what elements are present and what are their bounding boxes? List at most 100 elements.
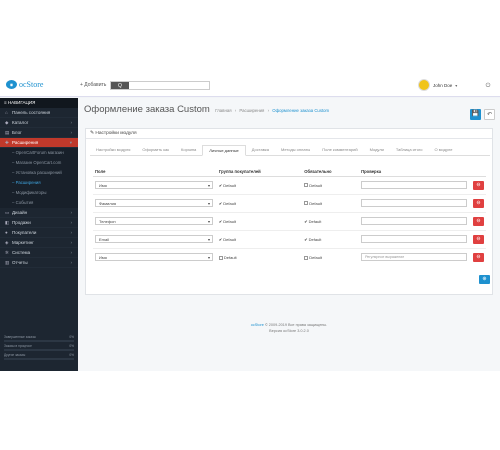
- logo[interactable]: ◉ ocStore: [6, 80, 43, 89]
- field-select[interactable]: Имя ▾: [95, 253, 213, 262]
- sidebar-item[interactable]: ✲ Система ›: [0, 248, 78, 258]
- sidebar-subitem[interactable]: – Установка расширений: [0, 168, 78, 178]
- check-icon: ✔: [304, 236, 308, 242]
- group-checkbox[interactable]: ✔Default: [219, 237, 236, 242]
- validation-input[interactable]: [361, 235, 468, 243]
- field-select[interactable]: Фамилия ▾: [95, 199, 213, 207]
- group-checkbox[interactable]: ✔Default: [219, 201, 236, 206]
- delete-row-button[interactable]: ⊖: [472, 180, 484, 190]
- delete-row-button[interactable]: ⊖: [472, 252, 484, 262]
- sidebar-item[interactable]: ▥ Отчеты ›: [0, 258, 78, 268]
- tab-item[interactable]: Модули: [364, 145, 390, 156]
- validation-input[interactable]: [361, 199, 468, 207]
- field-cell: Имя ▾: [93, 175, 217, 194]
- tab-item[interactable]: Методы оплаты: [275, 145, 316, 156]
- puzzle-icon: ✚: [5, 140, 9, 145]
- validation-cell: [359, 193, 471, 212]
- field-select[interactable]: Телефон ▾: [95, 217, 213, 225]
- validation-input[interactable]: [361, 181, 468, 189]
- stat-value: 0%: [69, 353, 74, 357]
- group-cell: Default: [216, 247, 303, 266]
- required-label: Default: [309, 200, 322, 206]
- user-menu[interactable]: John Doe ▾: [418, 79, 457, 91]
- stat-progress-bar: [4, 358, 74, 360]
- validation-cell: Регулярное выражение: [359, 247, 471, 266]
- column-header-required: Обязательно: [302, 167, 360, 177]
- checkbox-icon: [304, 201, 309, 206]
- group-label: Default: [223, 182, 236, 188]
- tab-item[interactable]: Оформить как: [136, 145, 175, 156]
- sidebar-item[interactable]: ◈ Маркетинг ›: [0, 238, 78, 248]
- add-button[interactable]: + Добавить: [80, 82, 106, 88]
- delete-row-button[interactable]: ⊖: [472, 216, 484, 226]
- search-icon[interactable]: Q: [111, 82, 129, 89]
- tab-item[interactable]: Личные данные: [202, 145, 246, 156]
- action-cell: ⊖: [470, 211, 486, 230]
- chevron-icon: ›: [70, 240, 73, 245]
- sidebar-item[interactable]: ▤ Блог ›: [0, 128, 78, 138]
- stat-value: 0%: [69, 344, 74, 348]
- sidebar-item[interactable]: ⌂ Панель состояния: [0, 108, 78, 118]
- cart-icon: ◧: [5, 220, 10, 225]
- monitor-icon: ▭: [5, 210, 10, 215]
- breadcrumb-current[interactable]: Оформление заказа Custom: [272, 108, 329, 113]
- sidebar-subitem[interactable]: – Расширения: [0, 178, 78, 188]
- back-button[interactable]: ↶: [484, 109, 495, 120]
- checkbox-icon: [304, 255, 309, 260]
- tab-item[interactable]: Настройки модуля: [90, 145, 136, 156]
- logout-icon[interactable]: ⏻: [484, 83, 492, 90]
- sidebar-item[interactable]: ● Покупатели ›: [0, 228, 78, 238]
- required-checkbox[interactable]: ✔Default: [304, 237, 321, 242]
- sidebar-item[interactable]: ◧ Продажи ›: [0, 218, 78, 228]
- field-select[interactable]: Имя ▾: [95, 181, 213, 189]
- group-checkbox[interactable]: Default: [218, 255, 237, 260]
- delete-row-button[interactable]: ⊖: [472, 234, 484, 244]
- sidebar-subitem[interactable]: – OpenCartForum магазин: [0, 148, 78, 158]
- sidebar-subitem-label: Установка расширений: [15, 170, 62, 175]
- group-cell: ✔Default: [216, 211, 303, 230]
- group-cell: ✔Default: [216, 229, 303, 248]
- field-select[interactable]: Email ▾: [95, 235, 213, 243]
- tab-item[interactable]: О модуле: [429, 145, 459, 156]
- group-cell: ✔Default: [216, 193, 303, 212]
- save-button[interactable]: 💾: [470, 109, 481, 120]
- tab-item[interactable]: Доставка: [246, 145, 275, 156]
- sidebar-subitem[interactable]: – Магазин OpenCart.com: [0, 158, 78, 168]
- tab-item[interactable]: Таблица итого: [390, 145, 429, 156]
- sidebar-item-label: Покупатели: [12, 230, 37, 235]
- breadcrumb-extensions[interactable]: Расширения: [239, 108, 264, 113]
- field-cell: Фамилия ▾: [93, 193, 217, 212]
- required-checkbox[interactable]: ✔Default: [304, 219, 321, 224]
- validation-input[interactable]: Регулярное выражение: [361, 253, 468, 262]
- group-checkbox[interactable]: ✔Default: [219, 219, 236, 224]
- check-icon: ✔: [304, 218, 308, 224]
- chevron-icon: ›: [70, 210, 73, 215]
- sidebar-item[interactable]: ◆ Каталог ›: [0, 118, 78, 128]
- column-header-field: Поле: [93, 167, 217, 177]
- sidebar-subitem[interactable]: – События: [0, 198, 78, 208]
- top-header: ◉ ocStore + Добавить Q John Doe ▾ ⏻: [0, 75, 500, 97]
- field-select-value: Фамилия: [99, 201, 116, 206]
- sidebar-subitem-label: OpenCartForum магазин: [15, 150, 64, 155]
- footer: ocStore © 2009-2019 Все права защищены. …: [78, 322, 500, 334]
- required-checkbox[interactable]: Default: [304, 255, 322, 260]
- sidebar-item[interactable]: ▭ Дизайн ›: [0, 208, 78, 218]
- sidebar-item[interactable]: ✚ Расширения ▾: [0, 138, 78, 148]
- required-checkbox[interactable]: Default: [304, 201, 322, 206]
- breadcrumb-home[interactable]: Главная: [215, 108, 231, 113]
- action-cell: ⊖: [470, 193, 486, 212]
- tab-item[interactable]: Поле комментарий: [316, 145, 363, 156]
- validation-input[interactable]: [361, 217, 468, 225]
- search-input[interactable]: [129, 82, 209, 89]
- tab-item[interactable]: Корзина: [175, 145, 202, 156]
- footer-brand-link[interactable]: ocStore: [251, 323, 264, 327]
- group-checkbox[interactable]: ✔Default: [219, 183, 236, 188]
- required-checkbox[interactable]: Default: [304, 183, 322, 188]
- required-cell: Default: [302, 175, 360, 194]
- panel-heading: ✎ Настройки модуля: [86, 129, 492, 139]
- delete-row-button[interactable]: ⊖: [472, 198, 484, 208]
- sidebar-item-label: Дизайн: [12, 210, 28, 215]
- add-row-button[interactable]: ⊕: [479, 275, 490, 284]
- tab-bar: Настройки модуля Оформить как Корзина Личны…: [90, 145, 490, 156]
- sidebar-subitem[interactable]: – Модификаторы: [0, 188, 78, 198]
